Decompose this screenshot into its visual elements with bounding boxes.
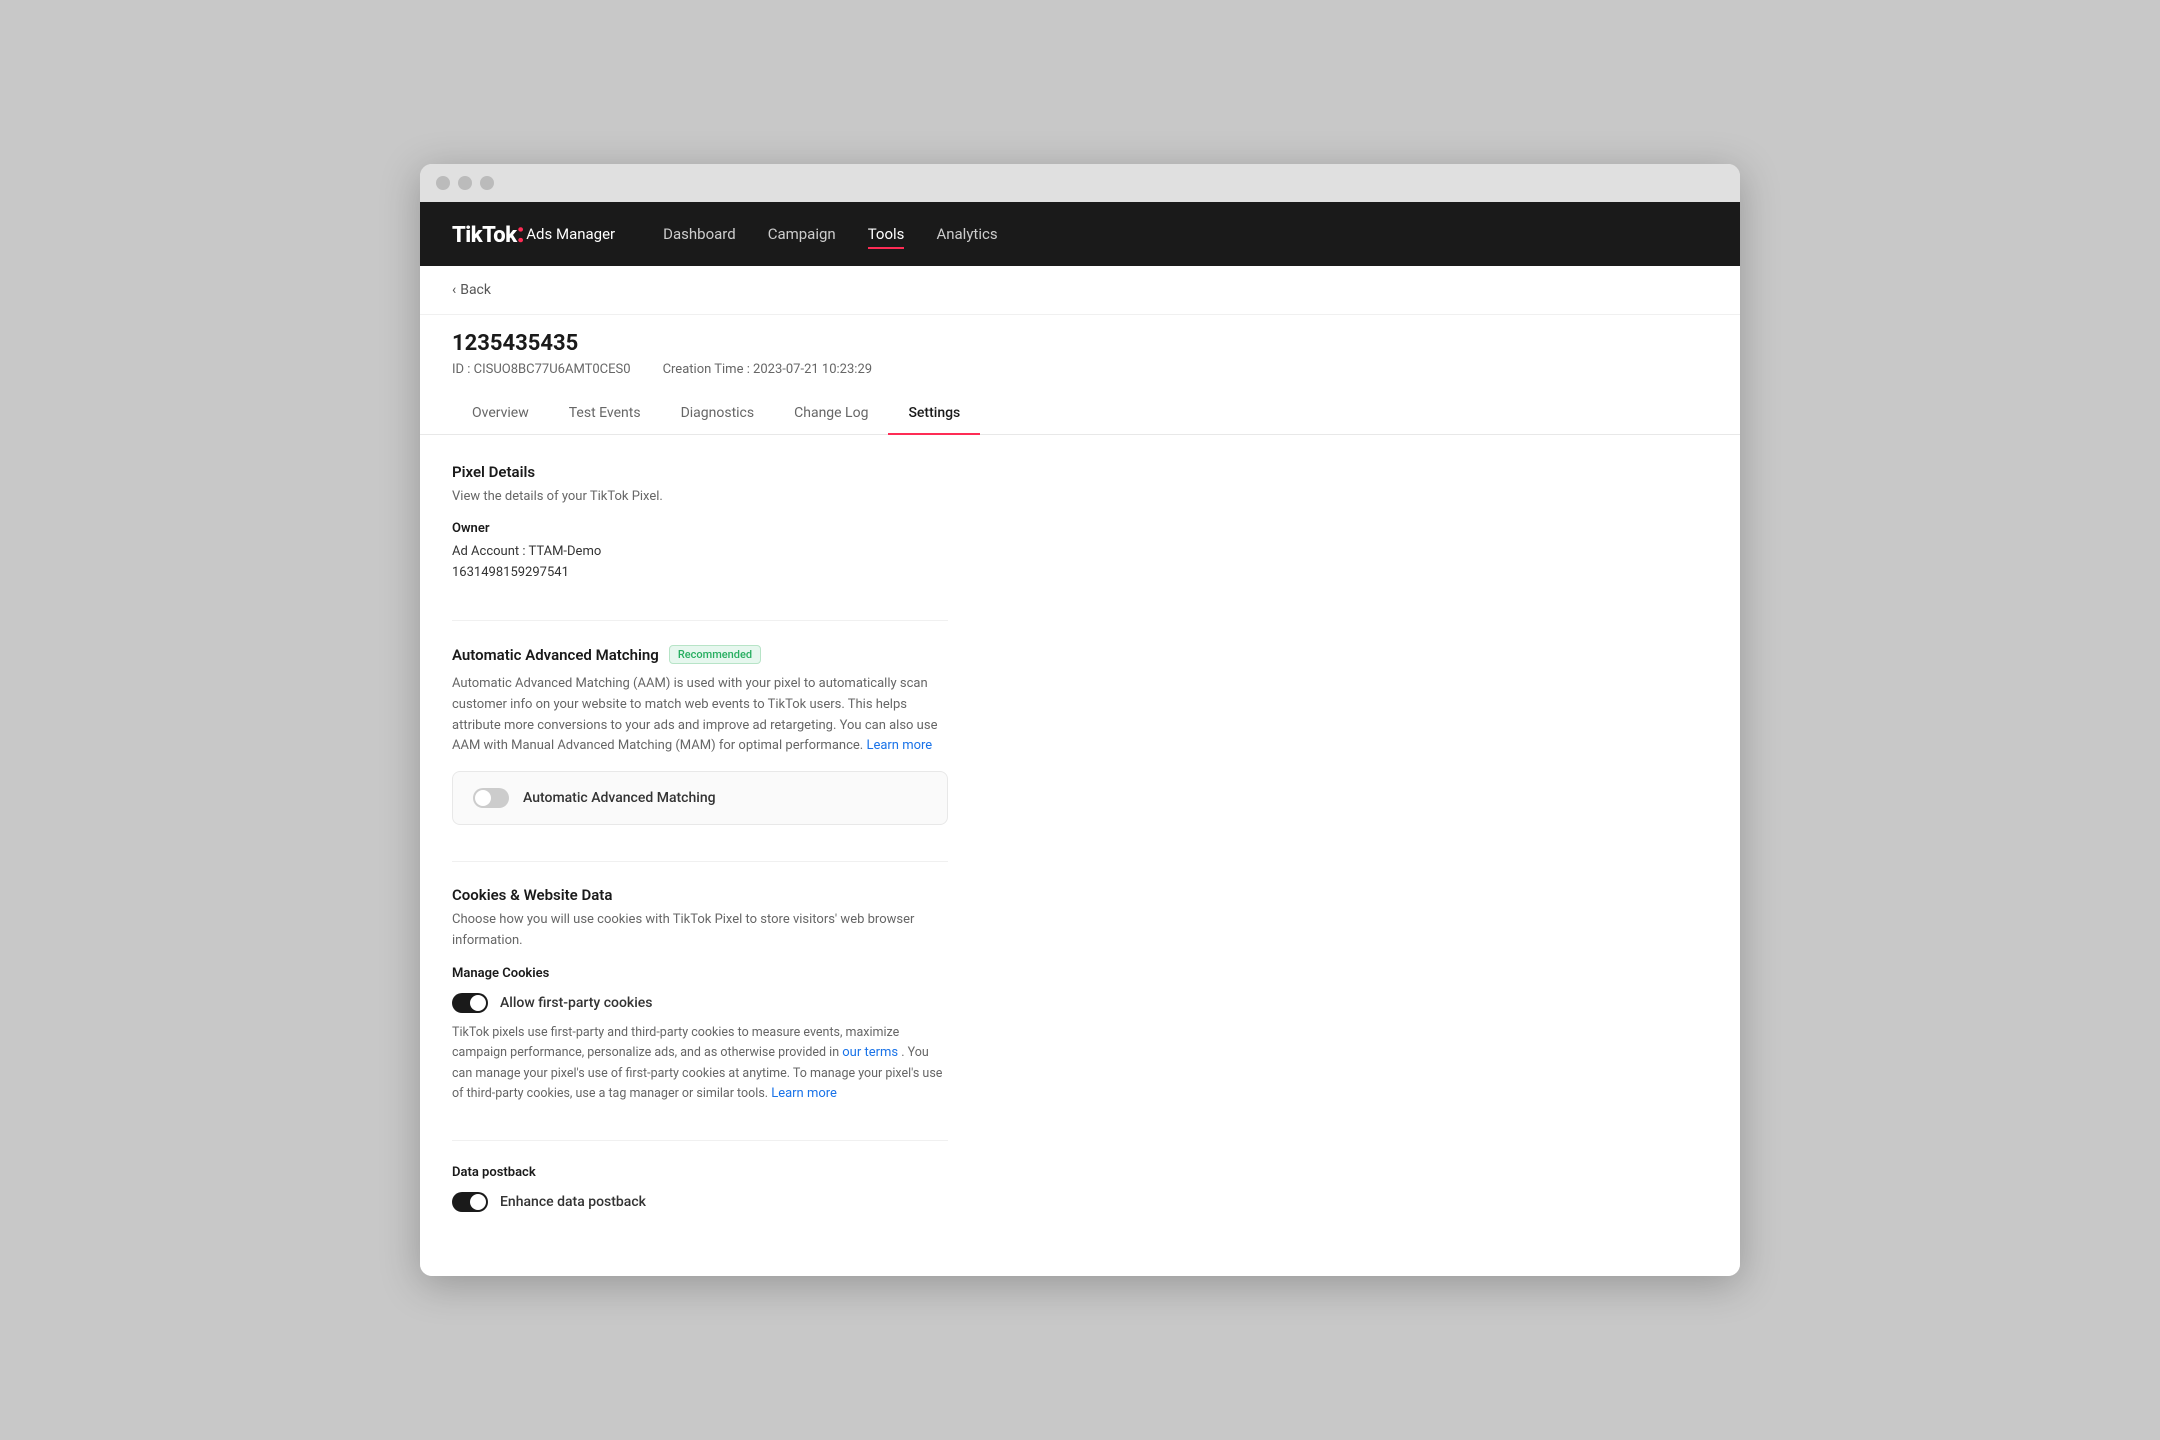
logo-area: TikTok: Ads Manager xyxy=(452,219,615,248)
nav-link-tools[interactable]: Tools xyxy=(868,225,905,249)
breadcrumb-bar: ‹ Back xyxy=(420,266,1740,315)
divider-2 xyxy=(452,861,948,862)
enhance-postback-toggle-track[interactable] xyxy=(452,1192,488,1212)
tab-overview[interactable]: Overview xyxy=(452,393,549,435)
browser-dot-yellow xyxy=(458,176,472,190)
logo-subtitle: Ads Manager xyxy=(526,225,615,243)
nav-item-dashboard[interactable]: Dashboard xyxy=(663,224,736,243)
aam-desc-text: Automatic Advanced Matching (AAM) is use… xyxy=(452,676,937,753)
divider-3 xyxy=(452,1140,948,1141)
first-party-toggle-row: Allow first-party cookies xyxy=(452,993,948,1013)
nav-link-analytics[interactable]: Analytics xyxy=(936,225,997,247)
back-label: Back xyxy=(460,282,491,298)
logo-dot: : xyxy=(517,216,525,249)
browser-window: TikTok: Ads Manager Dashboard Campaign T… xyxy=(420,164,1740,1277)
cookies-learn-more-link[interactable]: Learn more xyxy=(771,1086,837,1101)
tab-settings[interactable]: Settings xyxy=(888,393,980,435)
browser-chrome xyxy=(420,164,1740,202)
cookies-title: Cookies & Website Data xyxy=(452,886,948,904)
nav-item-analytics[interactable]: Analytics xyxy=(936,224,997,243)
tab-test-events[interactable]: Test Events xyxy=(549,393,661,435)
page-id: ID : CISUO8BC77U6AMT0CES0 xyxy=(452,362,631,377)
pixel-details-title: Pixel Details xyxy=(452,463,948,481)
data-postback-title: Data postback xyxy=(452,1165,948,1180)
logo-text: TikTok xyxy=(452,223,517,248)
enhance-postback-toggle-row: Enhance data postback xyxy=(452,1192,948,1212)
aam-toggle-label: Automatic Advanced Matching xyxy=(523,790,716,806)
tab-change-log[interactable]: Change Log xyxy=(774,393,888,435)
section-aam: Automatic Advanced Matching Recommended … xyxy=(452,645,948,825)
first-party-toggle-label: Allow first-party cookies xyxy=(500,995,652,1011)
first-party-desc: TikTok pixels use first-party and third-… xyxy=(452,1023,948,1105)
logo-tiktok: TikTok: xyxy=(452,219,524,248)
section-data-postback: Data postback Enhance data postback xyxy=(452,1165,948,1212)
nav-item-campaign[interactable]: Campaign xyxy=(768,224,836,243)
aam-toggle-thumb xyxy=(475,790,491,806)
enhance-postback-label: Enhance data postback xyxy=(500,1194,646,1210)
pixel-details-desc: View the details of your TikTok Pixel. xyxy=(452,487,948,508)
aam-title: Automatic Advanced Matching xyxy=(452,646,659,664)
tab-diagnostics[interactable]: Diagnostics xyxy=(661,393,775,435)
section-pixel-details: Pixel Details View the details of your T… xyxy=(452,463,948,584)
nav-link-campaign[interactable]: Campaign xyxy=(768,225,836,247)
owner-label: Owner xyxy=(452,521,948,536)
nav-link-dashboard[interactable]: Dashboard xyxy=(663,225,736,247)
first-party-toggle-track[interactable] xyxy=(452,993,488,1013)
main-content: Pixel Details View the details of your T… xyxy=(420,435,980,1277)
back-link[interactable]: ‹ Back xyxy=(452,282,1708,298)
aam-toggle[interactable] xyxy=(473,788,509,808)
aam-badge: Recommended xyxy=(669,645,761,664)
aam-toggle-card: Automatic Advanced Matching xyxy=(452,771,948,825)
nav-links: Dashboard Campaign Tools Analytics xyxy=(663,224,997,243)
content-area: ‹ Back 1235435435 ID : CISUO8BC77U6AMT0C… xyxy=(420,266,1740,1277)
cookies-desc: Choose how you will use cookies with Tik… xyxy=(452,910,948,952)
owner-ad-account: Ad Account : TTAM-Demo xyxy=(452,542,948,563)
aam-desc: Automatic Advanced Matching (AAM) is use… xyxy=(452,674,948,757)
manage-cookies-label: Manage Cookies xyxy=(452,966,948,981)
enhance-postback-toggle[interactable] xyxy=(452,1192,488,1212)
tabs-bar: Overview Test Events Diagnostics Change … xyxy=(420,393,1740,435)
back-chevron-icon: ‹ xyxy=(452,282,456,298)
first-party-toggle[interactable] xyxy=(452,993,488,1013)
section-cookies: Cookies & Website Data Choose how you wi… xyxy=(452,886,948,1104)
page-creation-time: Creation Time : 2023-07-21 10:23:29 xyxy=(663,362,873,377)
nav-item-tools[interactable]: Tools xyxy=(868,224,905,243)
browser-dot-red xyxy=(436,176,450,190)
page-meta: ID : CISUO8BC77U6AMT0CES0 Creation Time … xyxy=(452,362,1708,377)
aam-toggle-track[interactable] xyxy=(473,788,509,808)
enhance-postback-toggle-thumb xyxy=(470,1194,486,1210)
owner-id: 1631498159297541 xyxy=(452,563,948,584)
our-terms-link[interactable]: our terms xyxy=(842,1045,898,1060)
divider-1 xyxy=(452,620,948,621)
top-nav: TikTok: Ads Manager Dashboard Campaign T… xyxy=(420,202,1740,266)
first-party-toggle-thumb xyxy=(470,995,486,1011)
browser-dot-green xyxy=(480,176,494,190)
first-party-desc-text1: TikTok pixels use first-party and third-… xyxy=(452,1025,899,1060)
manage-cookies-subsection: Manage Cookies Allow first-party cookies… xyxy=(452,966,948,1105)
aam-learn-more-link[interactable]: Learn more xyxy=(866,738,932,753)
page-title: 1235435435 xyxy=(452,331,1708,356)
page-header: 1235435435 ID : CISUO8BC77U6AMT0CES0 Cre… xyxy=(420,315,1740,385)
